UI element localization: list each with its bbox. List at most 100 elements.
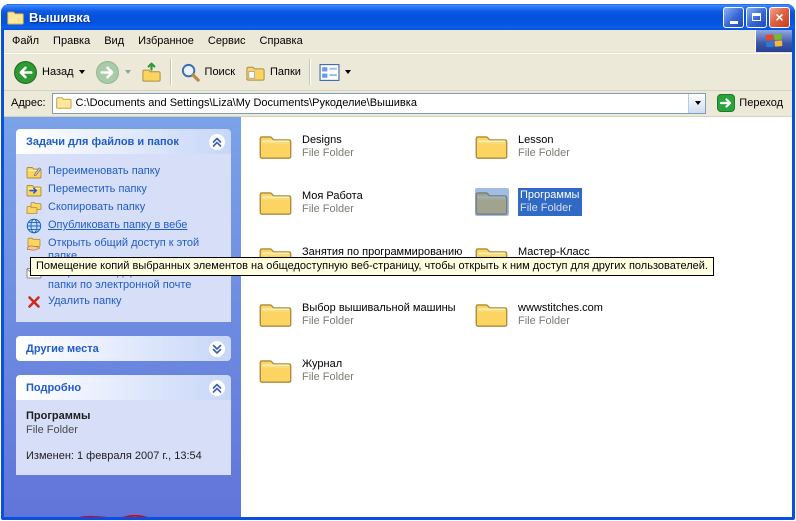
menu-item-edit[interactable]: Правка bbox=[46, 31, 97, 51]
file-type: File Folder bbox=[302, 203, 363, 216]
search-icon bbox=[180, 62, 201, 83]
folders-button[interactable]: Папки bbox=[240, 59, 306, 86]
views-button[interactable] bbox=[314, 59, 356, 86]
views-dropdown-icon[interactable] bbox=[345, 70, 351, 74]
task-label: Переместить папку bbox=[48, 182, 147, 196]
explorer-window: Вышивка × Файл Правка Вид Избранное Серв… bbox=[1, 4, 795, 520]
file-tile-designs[interactable]: DesignsFile Folder bbox=[253, 130, 469, 186]
file-type: File Folder bbox=[520, 202, 579, 215]
file-tile-zhurnal[interactable]: ЖурналFile Folder bbox=[253, 354, 469, 410]
file-type: File Folder bbox=[518, 147, 570, 160]
publish-web-icon bbox=[26, 218, 42, 234]
toolbar-separator bbox=[170, 59, 172, 85]
details-panel: Подробно Программы File Folder Изменен: … bbox=[16, 375, 231, 475]
file-tile-programmy-selected[interactable]: ПрограммыFile Folder bbox=[469, 186, 685, 242]
content-area: Задачи для файлов и папок Пере bbox=[4, 117, 792, 517]
go-button[interactable]: Переход bbox=[712, 93, 788, 113]
details-title: Подробно bbox=[26, 382, 81, 394]
forward-icon bbox=[95, 60, 120, 85]
close-button[interactable]: × bbox=[769, 7, 790, 28]
file-name: Моя Работа bbox=[302, 189, 363, 203]
move-folder-icon bbox=[26, 182, 42, 198]
address-input[interactable]: C:\Documents and Settings\Liza\My Docume… bbox=[52, 93, 707, 114]
other-places-panel: Другие места bbox=[16, 336, 231, 361]
minimize-button[interactable] bbox=[723, 7, 744, 28]
back-label: Назад bbox=[42, 66, 74, 78]
chevron-up-icon[interactable] bbox=[208, 133, 226, 151]
file-tile-lesson[interactable]: LessonFile Folder bbox=[469, 130, 685, 186]
menu-item-file[interactable]: Файл bbox=[5, 31, 46, 51]
menu-item-tools[interactable]: Сервис bbox=[201, 31, 253, 51]
file-tile-vybor-mashiny[interactable]: Выбор вышивальной машиныFile Folder bbox=[253, 298, 469, 354]
menu-item-favorites[interactable]: Избранное bbox=[131, 31, 201, 51]
task-pane: Задачи для файлов и папок Пере bbox=[4, 117, 241, 517]
forward-dropdown-icon[interactable] bbox=[125, 70, 131, 74]
menu-item-help[interactable]: Справка bbox=[253, 31, 310, 51]
task-item-rename-folder[interactable]: Переименовать папку bbox=[26, 164, 225, 180]
red-underline-annotation bbox=[26, 515, 156, 517]
file-name: Lesson bbox=[518, 133, 570, 147]
search-button[interactable]: Поиск bbox=[175, 59, 240, 86]
task-item-publish-to-web[interactable]: Опубликовать папку в вебе bbox=[26, 218, 225, 234]
details-type: File Folder bbox=[26, 423, 225, 437]
screen: Вышивка × Файл Правка Вид Избранное Серв… bbox=[0, 0, 796, 521]
task-label: Опубликовать папку в вебе bbox=[48, 218, 187, 232]
maximize-button[interactable] bbox=[746, 7, 767, 28]
file-tasks-header[interactable]: Задачи для файлов и папок bbox=[16, 129, 231, 154]
file-list-area: DesignsFile Folder LessonFile Folder Моя… bbox=[241, 117, 792, 517]
file-type: File Folder bbox=[518, 315, 603, 328]
chevron-up-icon[interactable] bbox=[208, 379, 226, 397]
windows-logo bbox=[755, 30, 792, 52]
task-label: Скопировать папку bbox=[48, 200, 145, 214]
maximize-icon bbox=[752, 13, 761, 21]
task-item-move-folder[interactable]: Переместить папку bbox=[26, 182, 225, 198]
folders-label: Папки bbox=[270, 66, 301, 78]
delete-icon bbox=[26, 294, 42, 310]
address-text[interactable]: C:\Documents and Settings\Liza\My Docume… bbox=[76, 97, 685, 109]
folder-icon-selected bbox=[475, 188, 509, 216]
up-button[interactable] bbox=[136, 59, 167, 86]
toolbar: Назад bbox=[4, 53, 792, 91]
selection-overlay bbox=[475, 188, 509, 216]
address-bar: Адрес: C:\Documents and Settings\Liza\My… bbox=[4, 91, 792, 117]
copy-folder-icon bbox=[26, 200, 42, 216]
forward-button[interactable] bbox=[90, 57, 136, 88]
task-label: Удалить папку bbox=[48, 294, 122, 308]
file-tile-moya-rabota[interactable]: Моя РаботаFile Folder bbox=[253, 186, 469, 242]
search-label: Поиск bbox=[205, 66, 235, 78]
chevron-down-icon[interactable] bbox=[208, 340, 226, 358]
file-name: wwwstitches.com bbox=[518, 301, 603, 315]
back-button[interactable]: Назад bbox=[8, 57, 90, 88]
folders-icon bbox=[245, 62, 266, 83]
address-folder-icon bbox=[56, 96, 72, 110]
details-body: Программы File Folder Изменен: 1 февраля… bbox=[16, 400, 231, 475]
file-tile-wwwstitches[interactable]: wwwstitches.comFile Folder bbox=[469, 298, 685, 354]
back-dropdown-icon[interactable] bbox=[79, 70, 85, 74]
file-name: Программы bbox=[520, 188, 579, 202]
menu-bar: Файл Правка Вид Избранное Сервис Справка bbox=[4, 30, 792, 53]
minimize-icon bbox=[730, 21, 738, 24]
file-tasks-title: Задачи для файлов и папок bbox=[26, 136, 179, 148]
task-item-copy-folder[interactable]: Скопировать папку bbox=[26, 200, 225, 216]
details-header[interactable]: Подробно bbox=[16, 375, 231, 400]
go-icon bbox=[717, 94, 735, 112]
menu-item-view[interactable]: Вид bbox=[97, 31, 131, 51]
task-label: Переименовать папку bbox=[48, 164, 160, 178]
title-bar[interactable]: Вышивка × bbox=[1, 4, 795, 30]
go-label: Переход bbox=[739, 97, 783, 109]
folder-icon bbox=[259, 300, 293, 328]
folder-icon bbox=[259, 132, 293, 160]
file-type: File Folder bbox=[302, 147, 354, 160]
address-dropdown-icon bbox=[695, 101, 701, 105]
details-name: Программы bbox=[26, 409, 225, 423]
details-modified: Изменен: 1 февраля 2007 г., 13:54 bbox=[26, 449, 225, 463]
folder-icon bbox=[475, 300, 509, 328]
address-label: Адрес: bbox=[11, 97, 46, 109]
address-dropdown-button[interactable] bbox=[688, 94, 705, 113]
other-places-header[interactable]: Другие места bbox=[16, 336, 231, 361]
window-title: Вышивка bbox=[29, 10, 90, 25]
views-icon bbox=[319, 62, 340, 83]
task-item-delete-folder[interactable]: Удалить папку bbox=[26, 294, 225, 310]
file-name: Выбор вышивальной машины bbox=[302, 301, 456, 315]
file-type: File Folder bbox=[302, 315, 456, 328]
